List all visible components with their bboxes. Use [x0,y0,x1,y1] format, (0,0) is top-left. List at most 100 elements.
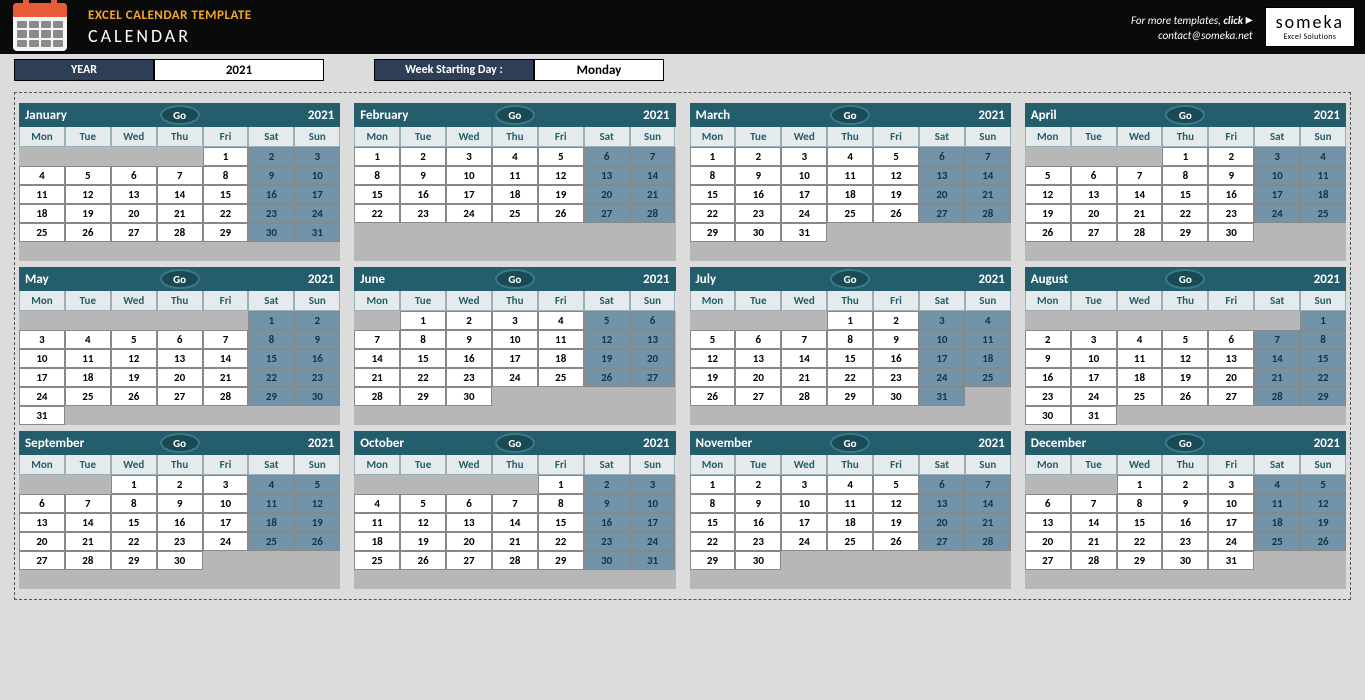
go-button[interactable]: Go [830,269,870,289]
week-start-select[interactable]: Monday [534,59,664,81]
day-cell[interactable]: 23 [157,532,203,551]
day-cell[interactable]: 23 [400,204,446,223]
day-cell[interactable]: 23 [446,368,492,387]
day-cell[interactable]: 4 [965,311,1011,330]
day-cell[interactable]: 29 [400,387,446,406]
day-cell[interactable]: 24 [203,532,249,551]
day-cell[interactable]: 30 [873,387,919,406]
day-cell[interactable]: 21 [1117,204,1163,223]
day-cell[interactable]: 14 [1117,185,1163,204]
day-cell[interactable]: 12 [1025,185,1071,204]
day-cell[interactable]: 6 [735,330,781,349]
day-cell[interactable]: 21 [1254,368,1300,387]
day-cell[interactable]: 18 [248,513,294,532]
day-cell[interactable]: 30 [1208,223,1254,242]
day-cell[interactable]: 9 [400,166,446,185]
day-cell[interactable]: 3 [1208,475,1254,494]
day-cell[interactable]: 21 [1071,532,1117,551]
day-cell[interactable]: 8 [690,166,736,185]
day-cell[interactable]: 15 [827,349,873,368]
day-cell[interactable]: 23 [1162,532,1208,551]
day-cell[interactable]: 28 [965,532,1011,551]
day-cell[interactable]: 19 [873,185,919,204]
day-cell[interactable]: 26 [1025,223,1071,242]
day-cell[interactable]: 5 [1162,330,1208,349]
day-cell[interactable]: 8 [400,330,446,349]
day-cell[interactable]: 12 [65,185,111,204]
day-cell[interactable]: 5 [65,166,111,185]
day-cell[interactable]: 3 [203,475,249,494]
day-cell[interactable]: 13 [157,349,203,368]
day-cell[interactable]: 7 [781,330,827,349]
day-cell[interactable]: 22 [1117,532,1163,551]
day-cell[interactable]: 4 [1117,330,1163,349]
day-cell[interactable]: 5 [1300,475,1346,494]
day-cell[interactable]: 25 [1117,387,1163,406]
day-cell[interactable]: 22 [111,532,157,551]
day-cell[interactable]: 2 [1162,475,1208,494]
day-cell[interactable]: 8 [827,330,873,349]
day-cell[interactable]: 6 [919,475,965,494]
day-cell[interactable]: 22 [538,532,584,551]
day-cell[interactable]: 27 [111,223,157,242]
day-cell[interactable]: 16 [1162,513,1208,532]
day-cell[interactable]: 25 [827,532,873,551]
day-cell[interactable]: 13 [735,349,781,368]
day-cell[interactable]: 5 [1025,166,1071,185]
day-cell[interactable]: 4 [827,147,873,166]
day-cell[interactable]: 25 [965,368,1011,387]
day-cell[interactable]: 1 [111,475,157,494]
day-cell[interactable]: 19 [1025,204,1071,223]
day-cell[interactable]: 20 [19,532,65,551]
day-cell[interactable]: 30 [1162,551,1208,570]
day-cell[interactable]: 20 [111,204,157,223]
day-cell[interactable]: 2 [1208,147,1254,166]
day-cell[interactable]: 25 [538,368,584,387]
day-cell[interactable]: 8 [111,494,157,513]
day-cell[interactable]: 19 [873,513,919,532]
day-cell[interactable]: 6 [630,311,676,330]
day-cell[interactable]: 14 [781,349,827,368]
go-button[interactable]: Go [160,433,200,453]
day-cell[interactable]: 25 [65,387,111,406]
day-cell[interactable]: 18 [354,532,400,551]
day-cell[interactable]: 16 [248,185,294,204]
day-cell[interactable]: 23 [294,368,340,387]
go-button[interactable]: Go [495,269,535,289]
day-cell[interactable]: 30 [446,387,492,406]
day-cell[interactable]: 8 [203,166,249,185]
day-cell[interactable]: 17 [781,185,827,204]
day-cell[interactable]: 12 [690,349,736,368]
day-cell[interactable]: 15 [354,185,400,204]
day-cell[interactable]: 14 [630,166,676,185]
day-cell[interactable]: 11 [1254,494,1300,513]
day-cell[interactable]: 26 [538,204,584,223]
day-cell[interactable]: 13 [630,330,676,349]
day-cell[interactable]: 14 [157,185,203,204]
day-cell[interactable]: 23 [248,204,294,223]
day-cell[interactable]: 22 [1300,368,1346,387]
day-cell[interactable]: 12 [400,513,446,532]
day-cell[interactable]: 12 [1162,349,1208,368]
day-cell[interactable]: 24 [294,204,340,223]
day-cell[interactable]: 4 [65,330,111,349]
day-cell[interactable]: 27 [1071,223,1117,242]
go-button[interactable]: Go [1165,433,1205,453]
day-cell[interactable]: 6 [1208,330,1254,349]
day-cell[interactable]: 21 [781,368,827,387]
day-cell[interactable]: 2 [248,147,294,166]
day-cell[interactable]: 30 [584,551,630,570]
day-cell[interactable]: 20 [157,368,203,387]
day-cell[interactable]: 6 [1025,494,1071,513]
day-cell[interactable]: 24 [630,532,676,551]
day-cell[interactable]: 18 [1300,185,1346,204]
day-cell[interactable]: 14 [1254,349,1300,368]
day-cell[interactable]: 16 [735,513,781,532]
day-cell[interactable]: 3 [919,311,965,330]
day-cell[interactable]: 9 [446,330,492,349]
day-cell[interactable]: 29 [827,387,873,406]
day-cell[interactable]: 16 [157,513,203,532]
day-cell[interactable]: 29 [248,387,294,406]
day-cell[interactable]: 14 [492,513,538,532]
day-cell[interactable]: 18 [492,185,538,204]
